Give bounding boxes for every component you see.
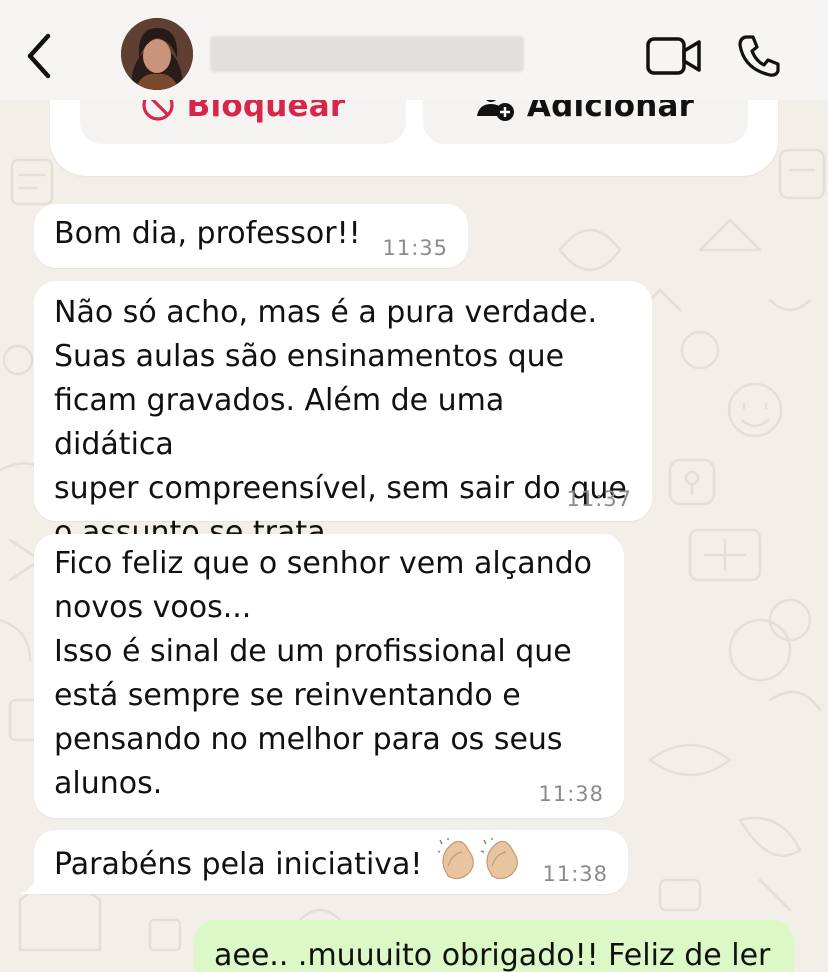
message-text: Parabéns pela iniciativa! — [54, 847, 423, 882]
clapping-hands-icon — [436, 838, 524, 893]
message-time: 11:38 — [542, 862, 608, 886]
video-camera-icon — [646, 37, 701, 75]
message-bubble[interactable]: Não só acho, mas é a pura verdade. Suas … — [34, 281, 652, 550]
message-time: 11:38 — [538, 782, 604, 806]
message-text: Fico feliz que o senhor vem alçando novo… — [54, 546, 593, 801]
message-time: 11:35 — [382, 236, 448, 260]
chevron-left-icon — [27, 33, 51, 79]
contact-name[interactable] — [210, 36, 524, 72]
phone-icon — [738, 35, 780, 77]
message-text: Bom dia, professor!! — [54, 216, 361, 251]
message-bubble-outgoing[interactable]: aee.. .muuuito obrigado!! Feliz de ler — [194, 920, 794, 972]
message-text: aee.. .muuuito obrigado!! Feliz de ler — [214, 938, 771, 972]
message-text: Não só acho, mas é a pura verdade. Suas … — [54, 295, 627, 550]
message-time: 11:37 — [566, 487, 632, 511]
video-call-button[interactable] — [645, 35, 703, 77]
contact-avatar[interactable] — [121, 18, 193, 90]
avatar-photo — [121, 18, 193, 90]
message-bubble[interactable]: Bom dia, professor!! 11:35 — [34, 204, 468, 268]
voice-call-button[interactable] — [736, 33, 782, 79]
message-bubble[interactable]: Parabéns pela iniciativa! 11:38 — [20, 830, 628, 894]
bubble-tail — [20, 874, 40, 894]
back-button[interactable] — [20, 30, 60, 82]
message-bubble[interactable]: Fico feliz que o senhor vem alçando novo… — [34, 534, 624, 818]
chat-header — [0, 0, 828, 100]
